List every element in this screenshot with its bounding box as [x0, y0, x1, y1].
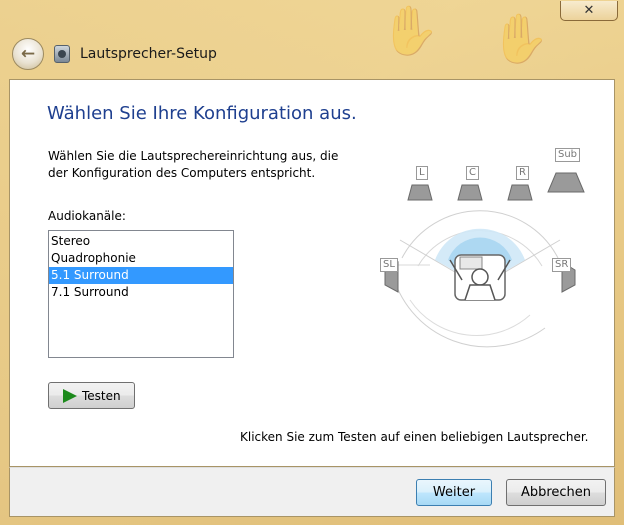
close-button[interactable]: ✕ [560, 1, 618, 21]
speaker-front-right[interactable]: R [516, 166, 529, 180]
back-button[interactable]: ← [12, 38, 44, 70]
page-heading: Wählen Sie Ihre Konfiguration aus. [47, 103, 357, 124]
speaker-setup-icon [54, 45, 70, 63]
speaker-front-left[interactable]: L [416, 166, 428, 180]
channel-stereo[interactable]: Stereo [49, 233, 233, 250]
channel-7-1-surround[interactable]: 7.1 Surround [49, 284, 233, 301]
test-button-label: Testen [82, 388, 121, 403]
cancel-button[interactable]: Abbrechen [506, 479, 606, 506]
channel-5-1-surround[interactable]: 5.1 Surround [49, 267, 233, 284]
background-decoration: ✋ [490, 11, 550, 67]
speaker-diagram: L C R Sub SL SR [370, 140, 600, 350]
test-button[interactable]: Testen [48, 382, 135, 409]
page-description: Wählen Sie die Lautsprechereinrichtung a… [48, 149, 339, 180]
speaker-diagram-graphic [384, 172, 585, 348]
audio-channels-list[interactable]: Stereo Quadrophonie 5.1 Surround 7.1 Sur… [48, 230, 234, 358]
speaker-subwoofer[interactable]: Sub [555, 148, 581, 162]
speaker-surround-right[interactable]: SR [552, 258, 572, 272]
channel-quadrophonie[interactable]: Quadrophonie [49, 250, 233, 267]
speaker-surround-left[interactable]: SL [380, 258, 398, 272]
window-title: Lautsprecher-Setup [80, 46, 217, 62]
back-arrow-icon: ← [20, 44, 36, 64]
close-icon: ✕ [583, 3, 595, 18]
play-icon [63, 388, 77, 403]
next-button[interactable]: Weiter [416, 479, 492, 506]
speaker-center[interactable]: C [466, 166, 479, 180]
audio-channels-label: Audiokanäle: [48, 209, 126, 223]
background-decoration: ✋ [380, 3, 440, 59]
test-hint: Klicken Sie zum Testen auf einen beliebi… [240, 430, 589, 444]
